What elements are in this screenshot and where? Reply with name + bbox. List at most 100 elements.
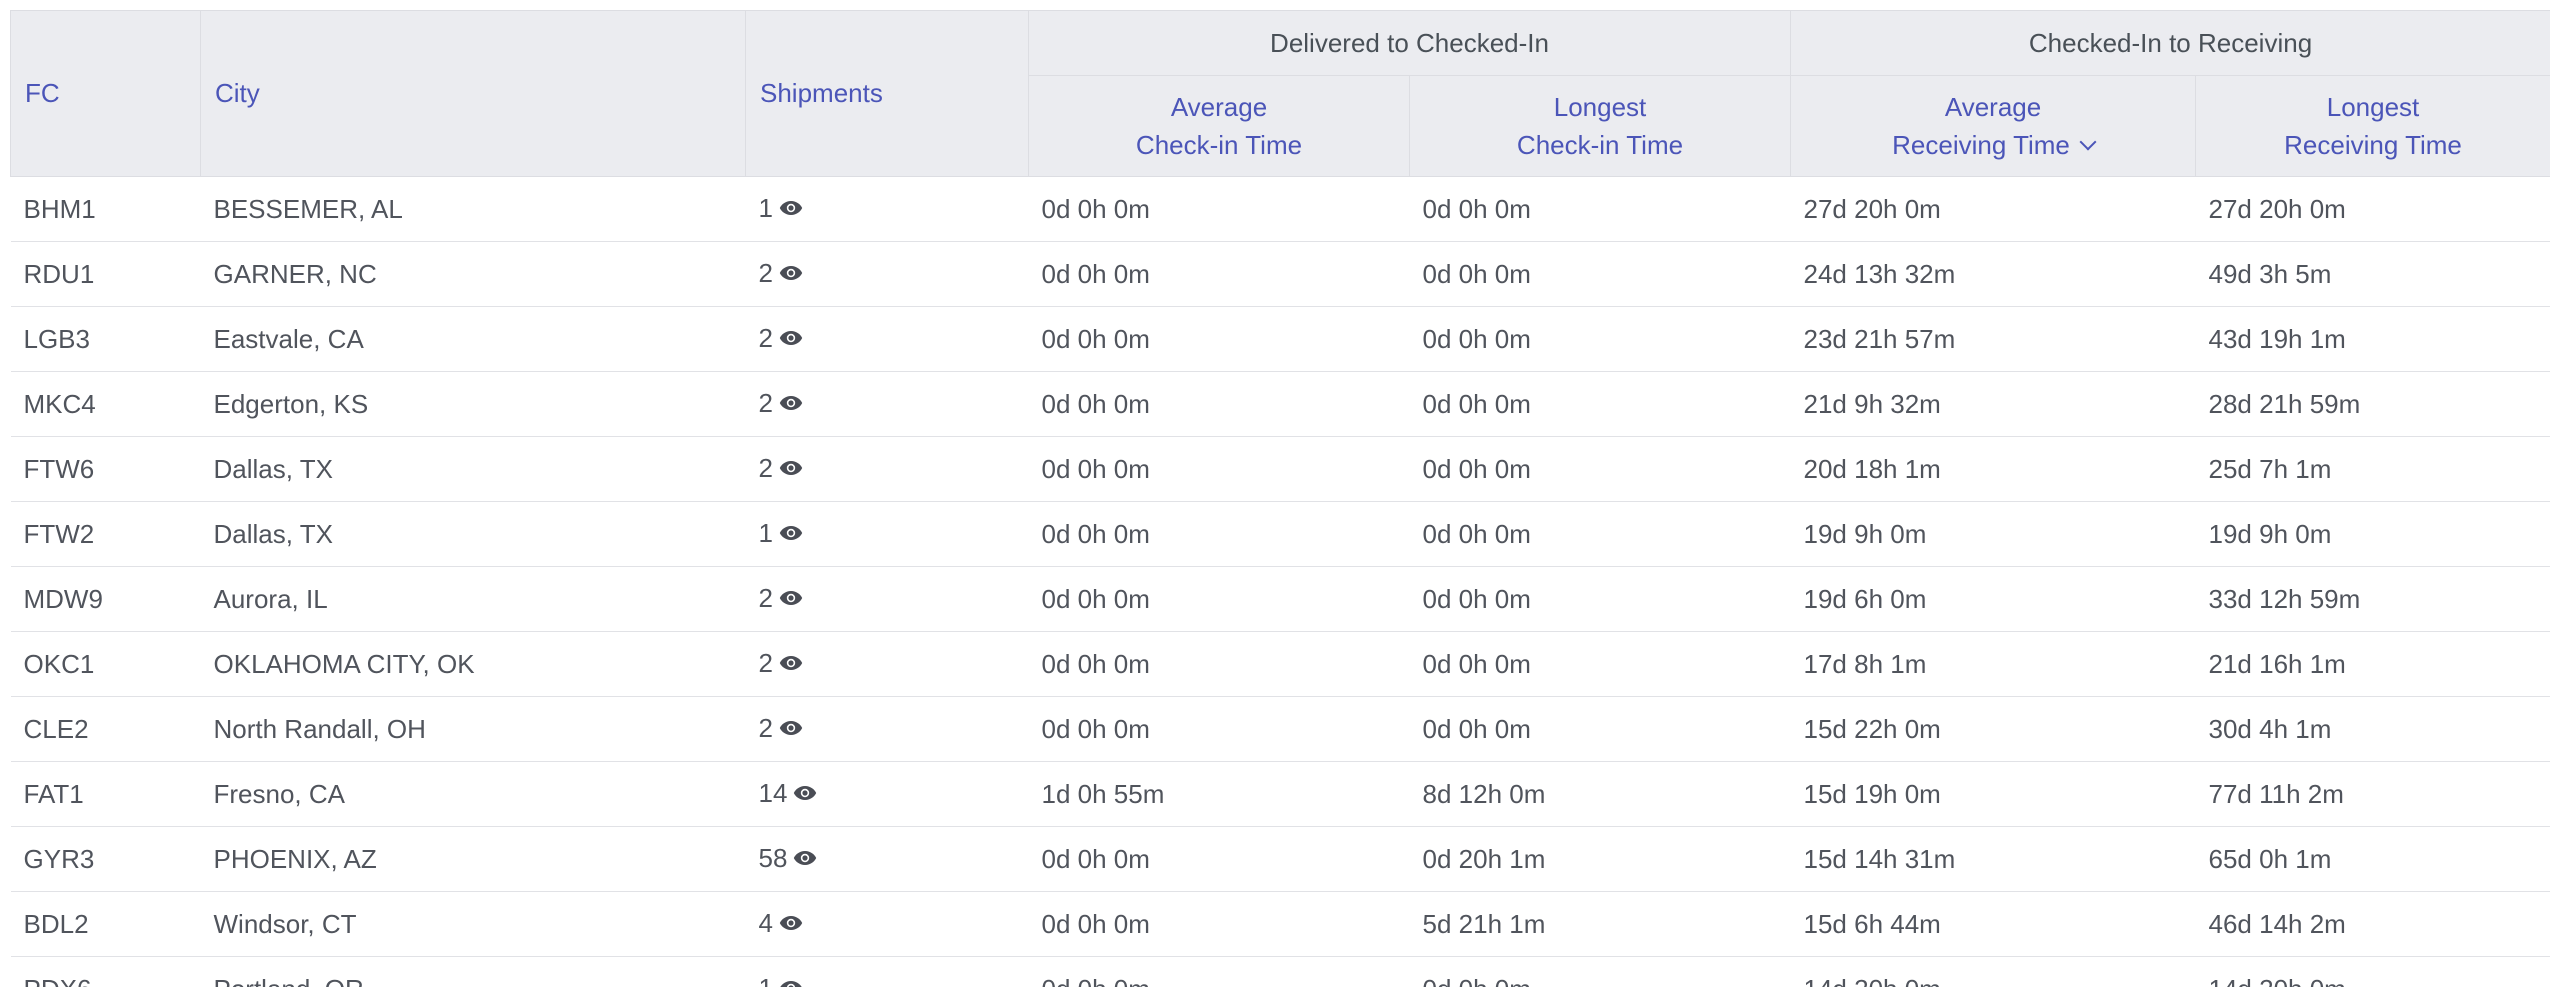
column-header-longest-checkin-line2: Check-in Time [1516, 130, 1684, 160]
longest-receiving-cell: 33d 12h 59m [2195, 566, 2550, 632]
longest-receiving-cell: 25d 7h 1m [2195, 436, 2550, 502]
chevron-down-icon[interactable] [2079, 133, 2097, 151]
column-header-longest-receiving[interactable]: Longest Receiving Time [2195, 75, 2550, 177]
fc-cell: FAT1 [10, 761, 201, 827]
city-cell: Fresno, CA [200, 761, 746, 827]
shipments-count: 2 [758, 452, 773, 483]
longest-receiving-cell: 49d 3h 5m [2195, 241, 2550, 307]
eye-icon[interactable] [779, 517, 803, 548]
shipments-view-link[interactable]: 4 [759, 908, 803, 938]
fc-cell: CLE2 [10, 696, 201, 762]
longest-checkin-cell: 0d 0h 0m [1409, 306, 1791, 372]
shipments-cell: 58 [745, 826, 1029, 892]
column-header-avg-receiving-line1: Average [1944, 92, 2042, 122]
longest-checkin-cell: 0d 0h 0m [1409, 501, 1791, 567]
city-cell: GARNER, NC [200, 241, 746, 307]
city-cell: Dallas, TX [200, 501, 746, 567]
eye-icon[interactable] [793, 777, 817, 808]
avg-receiving-cell: 15d 19h 0m [1790, 761, 2196, 827]
table-row: FTW6 Dallas, TX 2 0d 0h 0m 0d 0h 0m 20d 18h 1… [10, 436, 2550, 502]
avg-receiving-cell: 24d 13h 32m [1790, 241, 2196, 307]
avg-checkin-cell: 0d 0h 0m [1028, 176, 1410, 242]
avg-receiving-cell: 14d 20h 0m [1790, 956, 2196, 987]
avg-checkin-cell: 0d 0h 0m [1028, 241, 1410, 307]
shipments-view-link[interactable]: 1 [759, 193, 803, 223]
eye-icon[interactable] [779, 582, 803, 613]
longest-receiving-cell: 65d 0h 1m [2195, 826, 2550, 892]
shipments-view-link[interactable]: 1 [759, 518, 803, 548]
eye-icon[interactable] [779, 322, 803, 353]
eye-icon[interactable] [779, 712, 803, 743]
eye-icon[interactable] [779, 907, 803, 938]
shipments-view-link[interactable]: 2 [759, 388, 803, 418]
shipments-cell: 2 [745, 241, 1029, 307]
shipments-view-link[interactable]: 2 [759, 453, 803, 483]
fc-timing-table-container: FC City Shipments Delivered to Checked-I… [10, 10, 2550, 987]
shipments-count: 2 [758, 257, 773, 288]
longest-checkin-cell: 0d 0h 0m [1409, 566, 1791, 632]
shipments-cell: 1 [745, 501, 1029, 567]
longest-checkin-cell: 0d 0h 0m [1409, 371, 1791, 437]
shipments-count: 2 [758, 387, 773, 418]
shipments-view-link[interactable]: 1 [759, 973, 803, 987]
city-cell: Edgerton, KS [200, 371, 746, 437]
avg-checkin-cell: 0d 0h 0m [1028, 891, 1410, 957]
column-header-avg-receiving-line2: Receiving Time [1892, 130, 2070, 160]
eye-icon[interactable] [779, 452, 803, 483]
eye-icon[interactable] [779, 972, 803, 987]
column-header-city[interactable]: City [200, 10, 746, 177]
avg-checkin-cell: 0d 0h 0m [1028, 501, 1410, 567]
table-row: BHM1 BESSEMER, AL 1 0d 0h 0m 0d 0h 0m 27d 20h… [10, 176, 2550, 242]
column-header-city-label: City [215, 78, 260, 108]
longest-checkin-cell: 0d 0h 0m [1409, 241, 1791, 307]
avg-receiving-cell: 15d 14h 31m [1790, 826, 2196, 892]
fc-cell: OKC1 [10, 631, 201, 697]
shipments-count: 14 [758, 777, 788, 808]
column-header-avg-checkin[interactable]: Average Check-in Time [1028, 75, 1410, 177]
avg-checkin-cell: 0d 0h 0m [1028, 306, 1410, 372]
eye-icon[interactable] [793, 842, 817, 873]
column-header-shipments[interactable]: Shipments [745, 10, 1029, 177]
shipments-view-link[interactable]: 2 [759, 648, 803, 678]
eye-icon[interactable] [779, 387, 803, 418]
column-header-fc[interactable]: FC [10, 10, 201, 177]
table-row: MDW9 Aurora, IL 2 0d 0h 0m 0d 0h 0m 19d 6h 0m… [10, 566, 2550, 632]
column-header-avg-receiving[interactable]: Average Receiving Time [1790, 75, 2197, 177]
table-row: LGB3 Eastvale, CA 2 0d 0h 0m 0d 0h 0m 23d 21h… [10, 306, 2550, 372]
avg-checkin-cell: 0d 0h 0m [1028, 371, 1410, 437]
shipments-view-link[interactable]: 14 [759, 778, 818, 808]
eye-icon[interactable] [779, 192, 803, 223]
city-cell: PHOENIX, AZ [200, 826, 746, 892]
shipments-view-link[interactable]: 2 [759, 323, 803, 353]
column-header-longest-receiving-line1: Longest [2326, 92, 2420, 122]
longest-checkin-cell: 8d 12h 0m [1409, 761, 1791, 827]
eye-icon[interactable] [779, 647, 803, 678]
shipments-count: 1 [758, 192, 773, 223]
fc-cell: GYR3 [10, 826, 201, 892]
longest-receiving-cell: 30d 4h 1m [2195, 696, 2550, 762]
fc-cell: RDU1 [10, 241, 201, 307]
city-cell: BESSEMER, AL [200, 176, 746, 242]
fc-cell: LGB3 [10, 306, 201, 372]
table-row: PDX6Portland, OR10d 0h 0m0d 0h 0m14d 20h… [10, 956, 2550, 987]
avg-checkin-cell: 0d 0h 0m [1028, 631, 1410, 697]
eye-icon[interactable] [779, 257, 803, 288]
avg-receiving-cell: 15d 6h 44m [1790, 891, 2196, 957]
longest-checkin-cell: 0d 0h 0m [1409, 956, 1791, 987]
longest-receiving-cell: 77d 11h 2m [2195, 761, 2550, 827]
column-header-longest-checkin-line1: Longest [1553, 92, 1647, 122]
column-header-longest-checkin[interactable]: Longest Check-in Time [1408, 75, 1792, 177]
fc-cell: FTW6 [10, 436, 201, 502]
shipments-view-link[interactable]: 2 [759, 258, 803, 288]
column-header-fc-label: FC [25, 78, 60, 108]
table-row: FTW2 Dallas, TX 1 0d 0h 0m 0d 0h 0m 19d 9h 0m… [10, 501, 2550, 567]
avg-receiving-cell: 17d 8h 1m [1790, 631, 2196, 697]
shipments-view-link[interactable]: 58 [759, 843, 818, 873]
city-cell: Dallas, TX [200, 436, 746, 502]
longest-receiving-cell: 27d 20h 0m [2195, 176, 2550, 242]
shipments-view-link[interactable]: 2 [759, 583, 803, 613]
shipments-count: 1 [759, 973, 773, 987]
shipments-view-link[interactable]: 2 [759, 713, 803, 743]
table-row: CLE2 North Randall, OH 2 0d 0h 0m 0d 0h 0m 15… [10, 696, 2550, 762]
city-cell: OKLAHOMA CITY, OK [200, 631, 746, 697]
